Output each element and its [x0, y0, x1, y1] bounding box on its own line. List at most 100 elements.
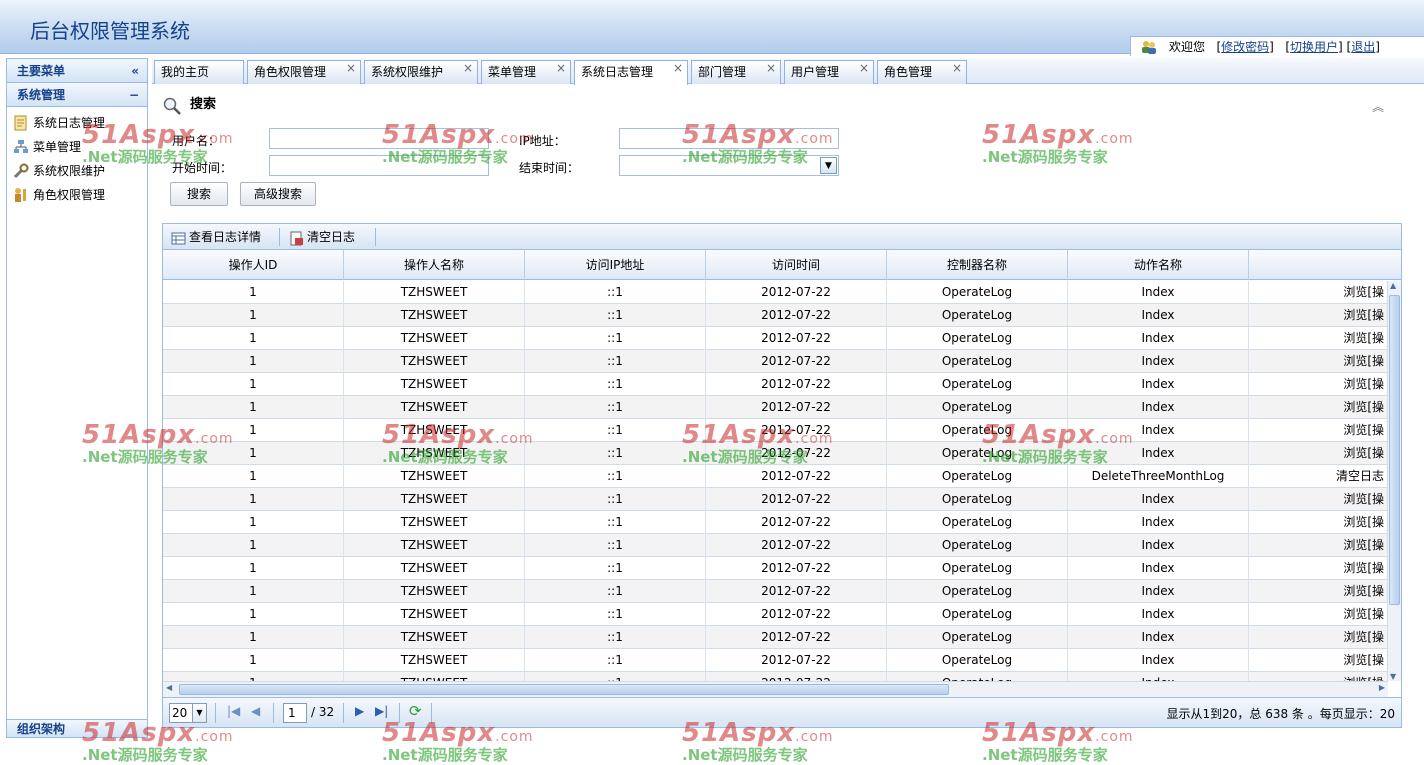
column-header[interactable]: 访问时间	[706, 250, 887, 280]
table-row[interactable]: 1TZHSWEET::12012-07-22OperateLogIndex浏览[…	[163, 580, 1388, 603]
table-cell: OperateLog	[887, 350, 1068, 373]
tab-role[interactable]: 角色管理 ×	[877, 60, 967, 84]
table-cell: ::1	[525, 327, 706, 350]
table-row[interactable]: 1TZHSWEET::12012-07-22OperateLogIndex浏览[…	[163, 649, 1388, 672]
tab-menu[interactable]: 菜单管理 ×	[481, 60, 571, 84]
date-dropdown-icon[interactable]: ▼	[820, 157, 837, 174]
table-row[interactable]: 1TZHSWEET::12012-07-22OperateLogIndex浏览[…	[163, 534, 1388, 557]
switch-user-link[interactable]: 切换用户	[1290, 40, 1338, 54]
table-cell: 1	[163, 511, 344, 534]
table-cell: Index	[1068, 396, 1249, 419]
end-time-input[interactable]	[619, 155, 839, 176]
tab-role-permission[interactable]: 角色权限管理 ×	[247, 60, 361, 84]
table-cell: OperateLog	[887, 327, 1068, 350]
change-password-link[interactable]: 修改密码	[1221, 40, 1269, 54]
table-row[interactable]: 1TZHSWEET::12012-07-22OperateLogIndex浏览[…	[163, 442, 1388, 465]
app-header: 后台权限管理系统 欢迎您 [修改密码] [切换用户] [退出]	[0, 0, 1424, 56]
close-icon[interactable]: ×	[859, 57, 869, 79]
table-cell: 2012-07-22	[706, 649, 887, 672]
table-cell: OperateLog	[887, 580, 1068, 603]
close-icon[interactable]: ×	[346, 57, 356, 79]
table-cell: Index	[1068, 488, 1249, 511]
last-page-icon[interactable]: ▶|	[375, 704, 388, 718]
column-header[interactable]: 备注	[1249, 250, 1401, 280]
sidebar-item-permission[interactable]: 系统权限维护	[7, 159, 147, 183]
table-cell: Index	[1068, 327, 1249, 350]
table-row[interactable]: 1TZHSWEET::12012-07-22OperateLogIndex浏览[…	[163, 511, 1388, 534]
scroll-left-icon[interactable]: ◀	[166, 683, 172, 692]
prev-page-icon[interactable]: ◀	[251, 704, 260, 718]
start-time-input[interactable]	[269, 155, 489, 176]
table-cell: 2012-07-22	[706, 373, 887, 396]
close-icon[interactable]: ×	[673, 57, 683, 79]
table-row[interactable]: 1TZHSWEET::12012-07-22OperateLogIndex浏览[…	[163, 488, 1388, 511]
table-cell: TZHSWEET	[344, 350, 525, 373]
table-row[interactable]: 1TZHSWEET::12012-07-22OperateLogIndex浏览[…	[163, 603, 1388, 626]
page-size-select[interactable]: 20 ▼	[169, 703, 207, 723]
table-cell: 1	[163, 327, 344, 350]
collapse-up-icon[interactable]: ︽	[1372, 98, 1384, 115]
table-row[interactable]: 1TZHSWEET::12012-07-22OperateLogIndex浏览[…	[163, 419, 1388, 442]
table-cell: 2012-07-22	[706, 534, 887, 557]
tab-user[interactable]: 用户管理 ×	[784, 60, 874, 84]
column-header[interactable]: 动作名称	[1068, 250, 1249, 280]
first-page-icon[interactable]: |◀	[227, 704, 240, 718]
refresh-icon[interactable]: ⟳	[409, 702, 422, 720]
table-row[interactable]: 1 TZHSWEET::1 2012-07-22 OperateLog DeleteTh…	[163, 465, 1388, 488]
sidebar-section-org[interactable]: 组织架构	[7, 719, 147, 737]
table-row[interactable]: 1TZHSWEET::12012-07-22OperateLogIndex浏览[…	[163, 327, 1388, 350]
sidebar-item-system-log[interactable]: 系统日志管理	[7, 111, 147, 135]
close-icon[interactable]: ×	[463, 57, 473, 79]
sidebar-item-menu[interactable]: 菜单管理	[7, 135, 147, 159]
table-row[interactable]: 1TZHSWEET::12012-07-22OperateLogIndex浏览[…	[163, 304, 1388, 327]
table-row[interactable]: 1TZHSWEET::12012-07-22OperateLogIndex浏览[…	[163, 350, 1388, 373]
table-row[interactable]: 1TZHSWEET::12012-07-22OperateLogIndex浏览[…	[163, 557, 1388, 580]
table-cell: 1	[163, 488, 344, 511]
scroll-down-icon[interactable]: ▼	[1390, 672, 1396, 681]
table-cell: OperateLog	[887, 626, 1068, 649]
next-page-icon[interactable]: ▶	[355, 704, 364, 718]
table-row[interactable]: 1TZHSWEET::12012-07-22OperateLogIndex浏览[…	[163, 396, 1388, 419]
table-cell: OperateLog	[887, 603, 1068, 626]
table-cell: 2012-07-22	[706, 557, 887, 580]
table-row[interactable]: 1TZHSWEET::12012-07-22OperateLogIndex浏览[…	[163, 672, 1388, 681]
close-icon[interactable]: ×	[556, 57, 566, 79]
column-header[interactable]: 操作人ID	[163, 250, 344, 280]
vertical-scrollbar[interactable]: ▲ ▼	[1387, 281, 1401, 681]
logout-link[interactable]: 退出	[1351, 40, 1375, 54]
sidebar-section-system[interactable]: 系统管理 −	[7, 83, 147, 107]
scroll-thumb[interactable]	[179, 684, 949, 695]
scroll-right-icon[interactable]: ▶	[1379, 683, 1385, 692]
section-toggle-icon[interactable]: −	[129, 83, 139, 107]
column-header[interactable]: 控制器名称	[887, 250, 1068, 280]
ip-input[interactable]	[619, 128, 839, 149]
table-row[interactable]: 1TZHSWEET::12012-07-22OperateLogIndex浏览[…	[163, 373, 1388, 396]
tab-department[interactable]: 部门管理 ×	[691, 60, 781, 84]
scroll-thumb[interactable]	[1389, 295, 1400, 605]
watermark-slogan: .Net源码服务专家	[82, 746, 208, 764]
clear-log-button[interactable]: 清空日志	[287, 224, 355, 250]
username-input[interactable]	[269, 128, 489, 149]
search-button[interactable]: 搜索	[170, 182, 228, 206]
watermark-slogan: .Net源码服务专家	[982, 746, 1108, 764]
table-cell: TZHSWEET	[344, 488, 525, 511]
close-icon[interactable]: ×	[952, 57, 962, 79]
sidebar-item-role-permission[interactable]: 角色权限管理	[7, 183, 147, 207]
tab-system-permission[interactable]: 系统权限维护 ×	[364, 60, 478, 84]
collapse-sidebar-icon[interactable]: «	[131, 59, 139, 83]
scroll-up-icon[interactable]: ▲	[1390, 281, 1396, 290]
table-cell: 浏览[操	[1249, 488, 1388, 511]
column-header[interactable]: 操作人名称	[344, 250, 525, 280]
tab-system-log[interactable]: 系统日志管理 ×	[574, 60, 688, 85]
current-page-input[interactable]: 1	[283, 703, 307, 723]
column-header[interactable]: 访问IP地址	[525, 250, 706, 280]
table-row[interactable]: 1TZHSWEET::12012-07-22OperateLogIndex浏览[…	[163, 626, 1388, 649]
table-row[interactable]: 1TZHSWEET::12012-07-22OperateLogIndex浏览[…	[163, 281, 1388, 304]
close-icon[interactable]: ×	[766, 57, 776, 79]
advanced-search-button[interactable]: 高级搜索	[240, 182, 316, 206]
tab-home[interactable]: 我的主页	[154, 60, 244, 84]
table-cell: ::1	[525, 649, 706, 672]
horizontal-scrollbar[interactable]: ◀ ▶	[163, 681, 1388, 697]
view-log-detail-button[interactable]: 查看日志详情	[169, 224, 261, 250]
table-cell: TZHSWEET	[344, 442, 525, 465]
